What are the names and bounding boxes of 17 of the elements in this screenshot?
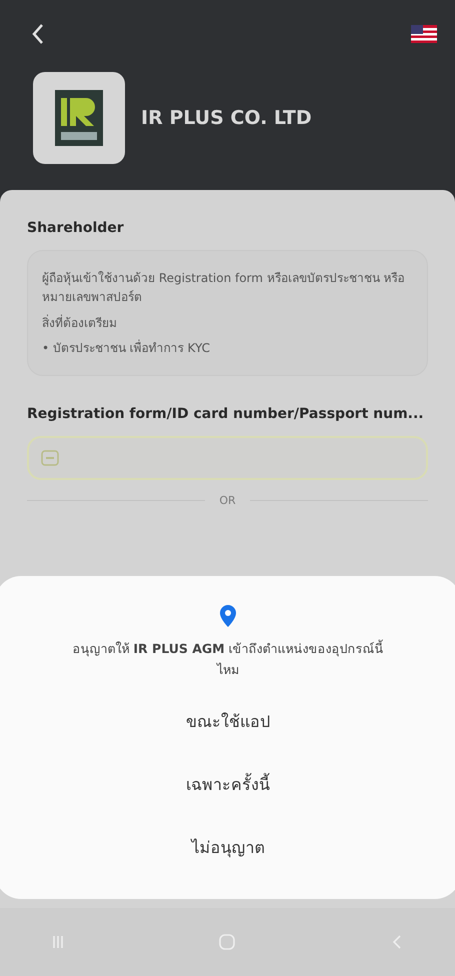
section-title: Shareholder — [27, 220, 125, 236]
company-name: IR PLUS CO. LTD — [141, 107, 312, 129]
back-icon[interactable] — [30, 22, 46, 46]
permission-option[interactable]: เฉพาะครั้งนี้ — [166, 762, 290, 806]
permission-option[interactable]: ไม่อนุญาต — [172, 824, 284, 870]
input-field[interactable] — [27, 436, 428, 480]
prepare-title: สิ่งที่ต้องเตรียม — [42, 314, 118, 332]
prepare-item: • บัตรประชาชน เพื่อทำการ KYC — [42, 338, 212, 358]
location-pin-icon — [219, 604, 237, 628]
flag-icon[interactable] — [411, 25, 437, 43]
permission-message: อนุญาตให้ IR PLUS AGM เข้าถึงตำแหน่งของอุปกรณ์นี้ไหม — [71, 638, 385, 680]
field-label: Registration form/ID card number/Passport num... — [27, 406, 425, 422]
info-description: ผู้ถือหุ้นเข้าใช้งานด้วย Registration form หรือเลขบัตรประชาชน หรือหมายเลขพาสปอร์ต — [42, 270, 406, 306]
home-icon[interactable] — [217, 932, 238, 952]
permission-option[interactable]: ขณะใช้แอป — [166, 698, 290, 744]
id-card-icon — [41, 450, 59, 466]
or-divider-text: OR — [219, 494, 236, 508]
